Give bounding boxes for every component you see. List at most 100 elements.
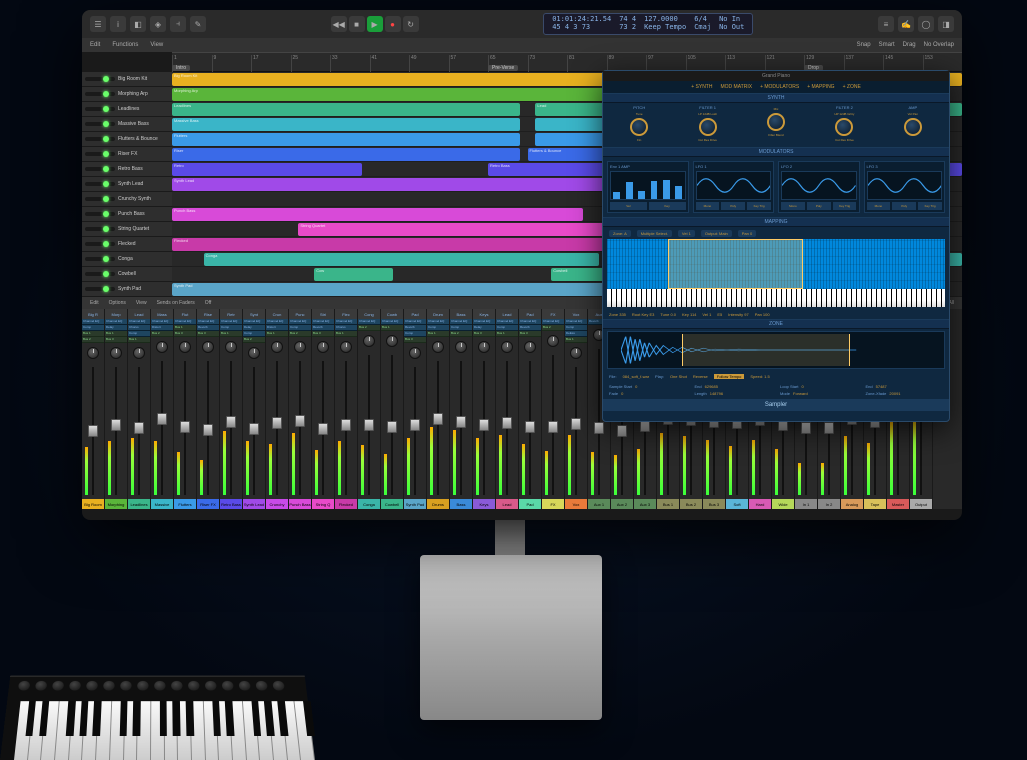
fader-cap[interactable] <box>548 421 558 433</box>
fader-track[interactable] <box>529 361 531 495</box>
modulator-display[interactable] <box>610 171 686 200</box>
channel-label[interactable]: In 1 <box>795 499 817 509</box>
snap-label[interactable]: Snap <box>857 42 871 48</box>
track-volume-slider[interactable] <box>85 212 115 216</box>
zone-num[interactable]: Zone 335 <box>609 312 626 317</box>
channel-label[interactable]: Analog <box>841 499 863 509</box>
pan-knob[interactable] <box>547 335 559 347</box>
channel-label[interactable]: Bus 1 <box>657 499 679 509</box>
fader-cap[interactable] <box>571 418 581 430</box>
mod-mode-button[interactable]: Poly <box>807 202 831 210</box>
channel-label[interactable]: Retro Bass <box>220 499 242 509</box>
library-toggle-button[interactable]: ☰ <box>90 16 106 32</box>
fader-cap[interactable] <box>479 419 489 431</box>
mod-mode-button[interactable]: Mono <box>867 202 891 210</box>
fader-track[interactable] <box>207 361 209 495</box>
loops-button[interactable]: ◯ <box>918 16 934 32</box>
env-slider[interactable] <box>673 172 684 199</box>
mapping-zone-region[interactable] <box>668 239 803 289</box>
fader-track[interactable] <box>575 367 577 495</box>
zone-vel[interactable]: Vel 1 <box>702 312 711 317</box>
sample-info-field[interactable]: Length148796 <box>695 391 773 396</box>
sampler-keyboard[interactable] <box>607 289 945 307</box>
track-header[interactable]: Big Room Kit <box>82 72 172 87</box>
sample-info-field[interactable]: Fade0 <box>609 391 687 396</box>
track-header[interactable]: Punch Bass <box>82 207 172 222</box>
pan-knob[interactable] <box>179 341 191 353</box>
channel-setting[interactable]: Mass <box>151 309 173 319</box>
track-volume-slider[interactable] <box>85 182 115 186</box>
fader-cap[interactable] <box>249 423 259 435</box>
submenu-edit[interactable]: Edit <box>90 42 100 48</box>
module-knob[interactable] <box>904 118 922 136</box>
mapping-editor[interactable] <box>607 239 945 289</box>
drag-mode[interactable]: No Overlap <box>924 42 954 48</box>
sample-waveform[interactable] <box>607 331 945 369</box>
fader-track[interactable] <box>230 361 232 495</box>
channel-label[interactable]: Morphing <box>105 499 127 509</box>
channel-label[interactable]: Aux 3 <box>634 499 656 509</box>
channel-setting[interactable]: Cong <box>358 309 380 319</box>
channel-setting[interactable]: Crun <box>266 309 288 319</box>
fader-track[interactable] <box>299 361 301 495</box>
channel-strip[interactable]: Cong Channel EQ Bus 2 Conga <box>358 309 381 509</box>
arrangement-marker[interactable]: Pre-Verse <box>488 65 518 71</box>
channel-label[interactable]: Keys <box>473 499 495 509</box>
track-header[interactable]: Retro Bass <box>82 162 172 177</box>
channel-label[interactable]: Lead <box>496 499 518 509</box>
track-header[interactable]: Flutters & Bounce <box>82 132 172 147</box>
channel-strip[interactable]: Mass Channel EQDistort Bus 2 Massive <box>151 309 174 509</box>
channel-label[interactable]: Synth Lead <box>243 499 265 509</box>
pan-knob[interactable] <box>133 347 145 359</box>
fader-cap[interactable] <box>180 421 190 433</box>
tab-zone[interactable]: + ZONE <box>843 84 861 90</box>
channel-strip[interactable]: Big R Channel EQComp Bus 1Bus 2 Big Room <box>82 309 105 509</box>
channel-setting[interactable]: Vox <box>565 309 587 319</box>
mod-mode-button[interactable]: Poly <box>892 202 916 210</box>
channel-label[interactable]: Massive <box>151 499 173 509</box>
tab-modulators[interactable]: + MODULATORS <box>760 84 799 90</box>
fader-cap[interactable] <box>157 413 167 425</box>
fader-cap[interactable] <box>364 419 374 431</box>
channel-setting[interactable]: Drum <box>427 309 449 319</box>
channel-label[interactable]: Bus 2 <box>680 499 702 509</box>
fader-track[interactable] <box>368 355 370 495</box>
pan-knob[interactable] <box>570 347 582 359</box>
fader-track[interactable] <box>506 361 508 495</box>
region[interactable]: Morphing Arp <box>172 88 646 101</box>
pan-knob[interactable] <box>478 341 490 353</box>
mixer-options[interactable]: Options <box>109 300 126 306</box>
fader-track[interactable] <box>437 361 439 495</box>
sampler-plugin-window[interactable]: Grand Piano + SYNTH MOD MATRIX + MODULAT… <box>602 70 950 422</box>
track-volume-slider[interactable] <box>85 92 115 96</box>
pan-knob[interactable] <box>87 347 99 359</box>
lcd-display[interactable]: 01:01:24:21.5445 4 3 73 74 473 2 127.000… <box>543 13 753 34</box>
fader-cap[interactable] <box>387 421 397 433</box>
fader-track[interactable] <box>460 361 462 495</box>
stop-button[interactable]: ■ <box>349 16 365 32</box>
track-header[interactable]: Synth Pad <box>82 282 172 297</box>
region[interactable]: Synth Pad <box>172 283 614 296</box>
channel-strip[interactable]: Lead Channel EQComp Bus 1 Lead <box>496 309 519 509</box>
track-volume-slider[interactable] <box>85 107 115 111</box>
track-header[interactable]: Morphing Arp <box>82 87 172 102</box>
submenu-functions[interactable]: Functions <box>112 42 138 48</box>
channel-strip[interactable]: Morp Channel EQDelay Bus 1Bus 3 Morphing <box>105 309 128 509</box>
channel-label[interactable]: Aux 2 <box>611 499 633 509</box>
mixer-edit[interactable]: Edit <box>90 300 99 306</box>
env-slider[interactable] <box>648 172 659 199</box>
fader-cap[interactable] <box>824 422 834 434</box>
channel-label[interactable]: Master <box>887 499 909 509</box>
channel-setting[interactable]: Retr <box>220 309 242 319</box>
channel-setting[interactable]: Keys <box>473 309 495 319</box>
fader-cap[interactable] <box>502 417 512 429</box>
browser-button[interactable]: ◨ <box>938 16 954 32</box>
inspector-toggle-button[interactable]: i <box>110 16 126 32</box>
channel-label[interactable]: FX <box>542 499 564 509</box>
channel-strip[interactable]: Vox Channel EQCompDeEss Bus 1 Vox <box>565 309 588 509</box>
snap-mode[interactable]: Smart <box>879 42 895 48</box>
track-volume-slider[interactable] <box>85 287 115 291</box>
fader-track[interactable] <box>92 367 94 495</box>
region[interactable]: Synth Lead <box>172 178 646 191</box>
record-button[interactable]: ● <box>385 16 401 32</box>
